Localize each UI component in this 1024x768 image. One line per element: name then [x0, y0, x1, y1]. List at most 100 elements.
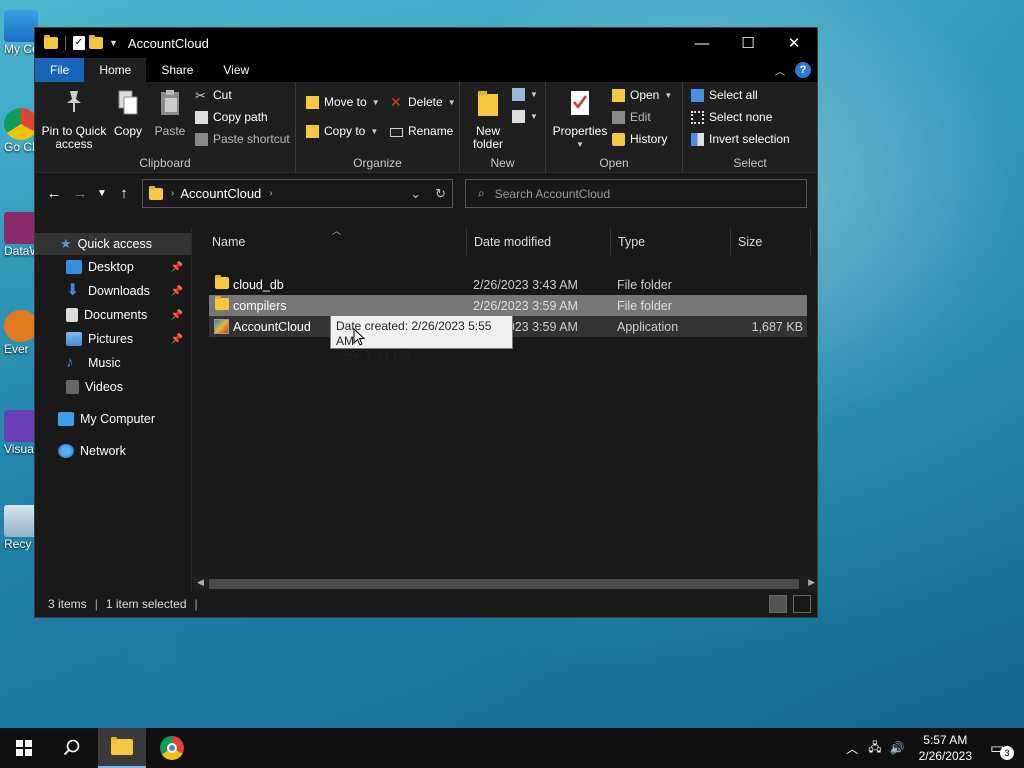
- properties-button[interactable]: Properties ▼: [552, 88, 608, 151]
- address-input[interactable]: › AccountCloud › ⌄ ↻: [142, 179, 453, 208]
- scroll-right-icon[interactable]: ▶: [808, 577, 815, 588]
- scroll-left-icon[interactable]: ◀: [197, 577, 204, 588]
- new-folder-icon: [478, 91, 498, 116]
- column-header-size[interactable]: Size: [731, 228, 811, 255]
- new-folder-icon[interactable]: [89, 35, 103, 49]
- history-button[interactable]: History: [612, 132, 667, 146]
- ribbon: Pin to Quick access Copy Paste ✂ Cut Cop…: [35, 82, 817, 173]
- pin-icon[interactable]: 📌: [171, 286, 183, 297]
- nav-item-documents[interactable]: Documents 📌: [66, 308, 191, 322]
- column-header-type[interactable]: Type: [611, 228, 731, 255]
- move-to-button[interactable]: Move to ▼: [306, 95, 380, 109]
- pin-icon[interactable]: 📌: [171, 334, 183, 345]
- refresh-icon[interactable]: ↻: [435, 186, 446, 202]
- tab-share[interactable]: Share: [146, 58, 208, 82]
- scrollbar-thumb[interactable]: [209, 579, 799, 589]
- tab-file[interactable]: File: [35, 58, 85, 82]
- volume-icon[interactable]: 🔊: [890, 741, 905, 755]
- title-bar[interactable]: ✓ ▼ AccountCloud — ☐ ✕: [35, 28, 817, 58]
- copy-button[interactable]: Copy: [111, 88, 145, 138]
- delete-x-icon: ✕: [390, 93, 402, 110]
- datawrangler-icon: [4, 212, 38, 244]
- search-input[interactable]: ⌕ Search AccountCloud: [465, 179, 807, 208]
- nav-item-videos[interactable]: Videos: [66, 380, 191, 394]
- up-arrow-icon[interactable]: ↑: [111, 178, 137, 208]
- new-folder-button[interactable]: New folder: [468, 88, 508, 151]
- chevron-down-icon: ▼: [447, 97, 456, 107]
- ribbon-group-open: Properties ▼ Open ▼ Edit History Open: [546, 82, 683, 173]
- taskbar-file-explorer[interactable]: [98, 728, 146, 768]
- copy-path-icon: [195, 110, 208, 124]
- help-icon[interactable]: ?: [795, 62, 811, 78]
- tab-view[interactable]: View: [208, 58, 264, 82]
- address-dropdown-icon[interactable]: ⌄: [410, 186, 421, 202]
- back-arrow-icon[interactable]: ←: [41, 178, 67, 208]
- delete-button[interactable]: ✕ Delete ▼: [390, 93, 456, 110]
- copy-to-button[interactable]: Copy to ▼: [306, 124, 378, 138]
- tab-home[interactable]: Home: [84, 58, 147, 82]
- desktop-icon-label: Visua 2: [4, 442, 36, 456]
- network-tray-icon[interactable]: 🖧: [868, 738, 881, 759]
- paste-shortcut-icon: [195, 132, 208, 146]
- pin-icon: [67, 91, 81, 112]
- pin-icon[interactable]: 📌: [171, 262, 183, 273]
- horizontal-scrollbar[interactable]: ◀ ▶: [193, 576, 817, 592]
- show-hidden-icons-icon[interactable]: ︿: [846, 740, 858, 757]
- cut-button[interactable]: ✂ Cut: [195, 88, 232, 102]
- open-icon: [612, 88, 625, 102]
- rename-button[interactable]: Rename: [390, 124, 453, 138]
- file-row-compilers[interactable]: compilers 2/26/2023 3:59 AM File folder: [209, 295, 807, 316]
- paste-shortcut-button[interactable]: Paste shortcut: [195, 132, 290, 146]
- column-header-name[interactable]: Name: [205, 228, 467, 255]
- file-date: 2/26/2023 3:59 AM: [473, 298, 578, 313]
- nav-item-network[interactable]: Network: [58, 444, 126, 458]
- forward-arrow-icon[interactable]: →: [67, 178, 93, 208]
- large-icons-view-button[interactable]: [793, 595, 811, 613]
- search-button[interactable]: [48, 728, 96, 768]
- invert-selection-button[interactable]: Invert selection: [691, 132, 790, 146]
- taskbar: ︿ 🖧 🔊 5:57 AM 2/26/2023 ▭ 3: [0, 728, 1024, 768]
- details-view-button[interactable]: [769, 595, 787, 613]
- collapse-ribbon-icon[interactable]: ︿: [775, 63, 785, 78]
- ribbon-group-label: Open: [599, 156, 629, 170]
- action-center-button[interactable]: ▭ 3: [990, 739, 1014, 760]
- select-none-button[interactable]: Select none: [691, 110, 772, 124]
- recent-locations-dropdown[interactable]: ▼: [93, 178, 111, 208]
- clock[interactable]: 5:57 AM 2/26/2023: [919, 732, 972, 764]
- window-title: AccountCloud: [127, 35, 209, 51]
- file-row-cloud-db[interactable]: cloud_db 2/26/2023 3:43 AM File folder: [209, 274, 807, 295]
- nav-item-downloads[interactable]: ⬇ Downloads 📌: [66, 283, 191, 299]
- maximize-button[interactable]: ☐: [725, 28, 771, 58]
- open-button[interactable]: Open ▼: [612, 88, 672, 102]
- file-type: File folder: [617, 277, 672, 292]
- minimize-button[interactable]: —: [679, 28, 725, 58]
- nav-item-pictures[interactable]: Pictures 📌: [66, 332, 191, 346]
- windows-logo-icon: [16, 740, 32, 756]
- pin-to-quick-access-button[interactable]: Pin to Quick access: [41, 88, 107, 151]
- pin-icon[interactable]: 📌: [171, 310, 183, 321]
- edit-button[interactable]: Edit: [612, 110, 651, 124]
- properties-check-icon[interactable]: ✓: [73, 36, 85, 50]
- paste-button[interactable]: Paste: [153, 88, 187, 138]
- chevron-right-icon[interactable]: ›: [171, 188, 174, 199]
- star-icon: ★: [60, 236, 72, 251]
- copy-to-icon: [306, 124, 319, 138]
- column-header-date-modified[interactable]: Date modified: [467, 228, 611, 255]
- customize-toolbar-dropdown[interactable]: ▼: [109, 38, 118, 48]
- chevron-right-icon[interactable]: ›: [269, 188, 272, 199]
- close-button[interactable]: ✕: [771, 28, 817, 58]
- select-all-button[interactable]: Select all: [691, 88, 758, 102]
- scissors-icon: ✂: [195, 87, 206, 103]
- breadcrumb-accountcloud[interactable]: AccountCloud: [180, 186, 261, 201]
- new-item-button[interactable]: ▼: [512, 88, 538, 101]
- nav-item-desktop[interactable]: Desktop 📌: [66, 260, 191, 274]
- explorer-window: ✓ ▼ AccountCloud — ☐ ✕ File Home Share V…: [34, 27, 818, 618]
- taskbar-chrome[interactable]: [148, 728, 196, 768]
- nav-quick-access[interactable]: ★ Quick access: [35, 233, 191, 255]
- easy-access-button[interactable]: ▼: [512, 110, 538, 123]
- copy-path-button[interactable]: Copy path: [195, 110, 268, 124]
- file-list: ︿ Name Date modified Type Size cloud_db …: [193, 226, 817, 592]
- start-button[interactable]: [0, 728, 48, 768]
- nav-item-my-computer[interactable]: My Computer: [58, 412, 155, 426]
- nav-item-music[interactable]: ♪ Music: [66, 355, 191, 370]
